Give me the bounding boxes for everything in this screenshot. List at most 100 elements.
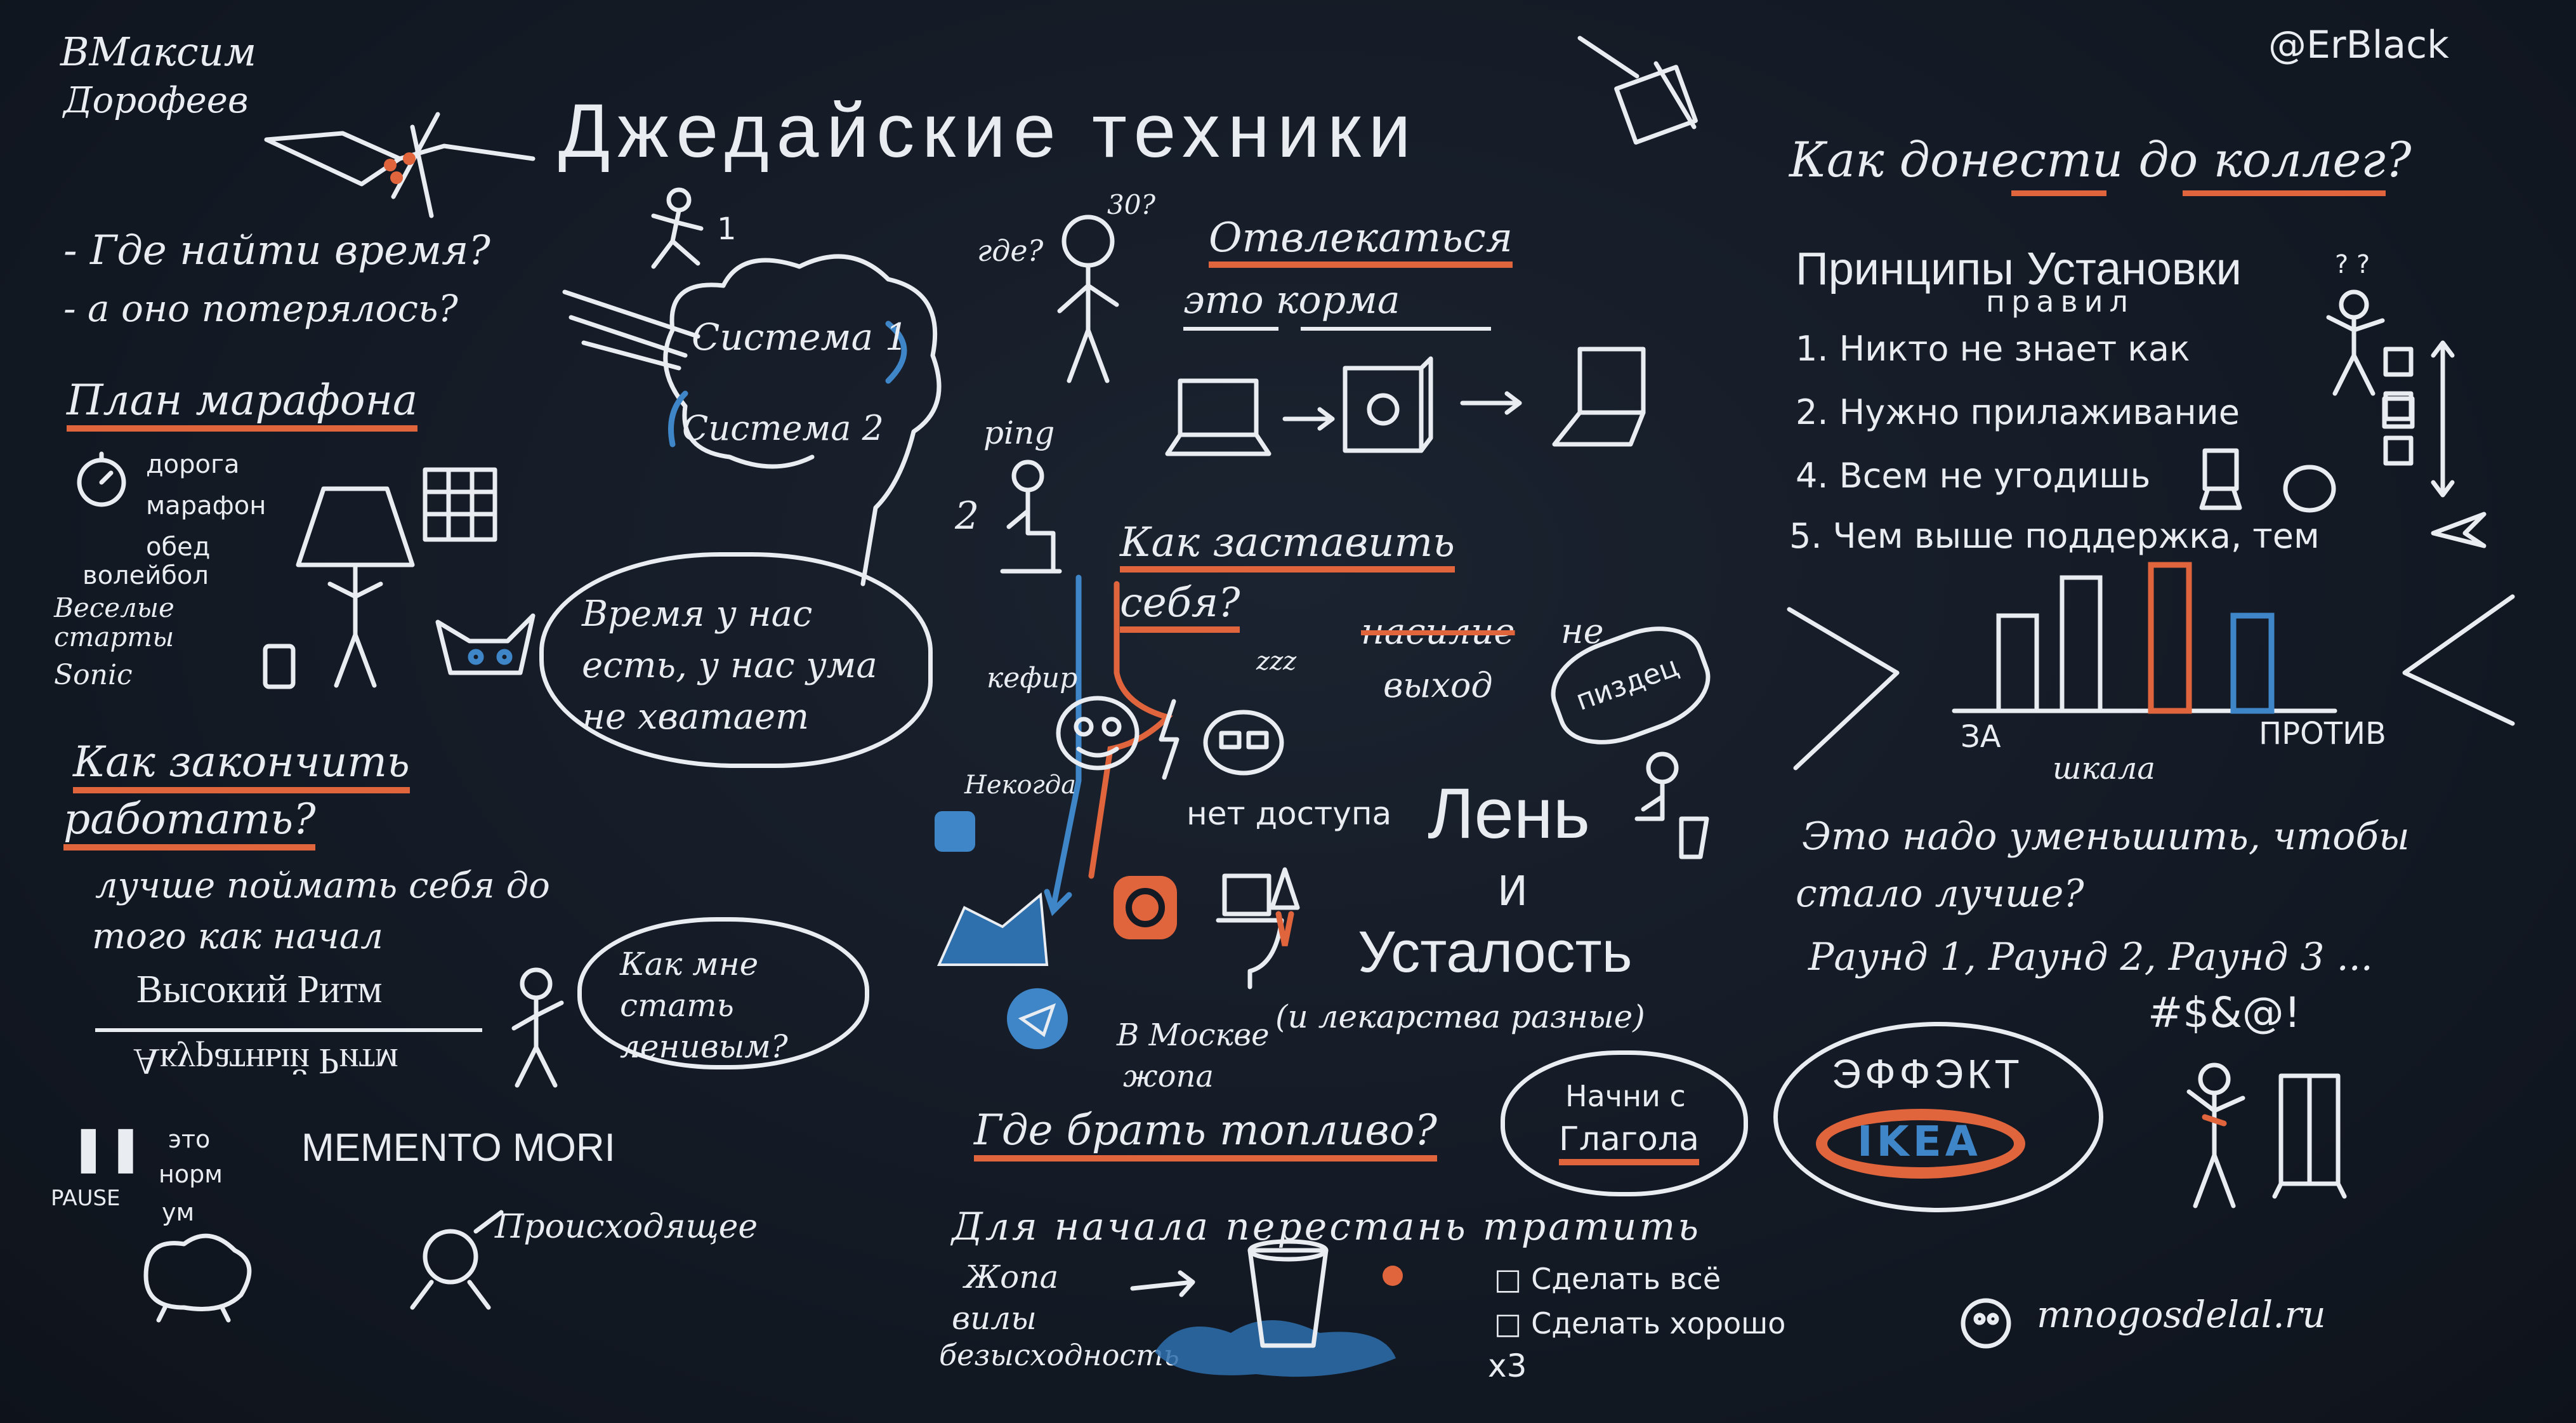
principle-item: 1. Никто не знает как bbox=[1796, 329, 2190, 369]
scale-for-label: ЗА bbox=[1961, 719, 2001, 755]
bubble-time-text: Время у нас есть, у нас ума не хватает bbox=[582, 593, 877, 738]
happening-label: Происходящее bbox=[495, 1208, 758, 1246]
rocket-icon bbox=[1270, 867, 1300, 946]
pause-icon: ❚❚ bbox=[70, 1122, 145, 1174]
sitting-person-icon bbox=[1000, 460, 1062, 574]
not-exit-2: выход bbox=[1383, 665, 1493, 705]
checkbox-do-well: □ Сделать хорошо bbox=[1494, 1306, 1786, 1340]
scale-against-label: ПРОТИВ bbox=[2259, 716, 2386, 751]
no-access-label: нет доступа bbox=[1186, 795, 1392, 832]
rounds-text: Раунд 1, Раунд 2, Раунд 3 ... bbox=[1808, 935, 2373, 979]
underline-korma bbox=[1301, 327, 1491, 331]
scale-bar-1 bbox=[1996, 613, 2039, 713]
question-where-time: - Где найти время? bbox=[63, 227, 490, 274]
finish-work-text-1: лучше поймать себя до bbox=[95, 865, 550, 906]
rhythm-mirrored: Акуратный Ритм bbox=[133, 1040, 398, 1082]
stopwatch-icon bbox=[77, 451, 126, 507]
norm-line-3: ум bbox=[162, 1198, 195, 1226]
sleeping-face-icon bbox=[1203, 710, 1284, 776]
person-with-lamp-icon bbox=[296, 486, 415, 688]
satellite-icon bbox=[264, 112, 536, 218]
verb-line-2: Глагола bbox=[1559, 1121, 1700, 1166]
phone-icon bbox=[263, 644, 296, 689]
norm-line-2: норм bbox=[159, 1160, 223, 1188]
marathon-item: дорога bbox=[146, 450, 240, 479]
moscow-line-2: жопа bbox=[1123, 1059, 1214, 1094]
arrow-right-icon bbox=[1282, 407, 1335, 431]
safe-icon bbox=[1343, 356, 1433, 453]
laptop-open-icon bbox=[1552, 347, 1646, 447]
speech-bubble-verb: Начни с Глагола bbox=[1501, 1050, 1748, 1196]
pause-label: PAUSE bbox=[51, 1186, 121, 1211]
marathon-title: План марафона bbox=[67, 377, 418, 432]
scale-label: шкала bbox=[2053, 751, 2155, 786]
author-name: ВМаксим bbox=[60, 29, 257, 75]
ikea-text: IKEA bbox=[1857, 1117, 1981, 1166]
wardrobe-icon bbox=[2272, 1073, 2347, 1199]
effect-word: ЭФФЭКТ bbox=[1832, 1051, 2023, 1097]
marathon-item: волейбол bbox=[82, 561, 209, 590]
ikea-logo: IKEA bbox=[1816, 1109, 2025, 1179]
check-do-all-text: Сделать всё bbox=[1531, 1262, 1721, 1296]
medicines-note: (и лекарства разные) bbox=[1275, 998, 1645, 1035]
marathon-item: марафон bbox=[146, 491, 266, 520]
author-surname: Дорофеев bbox=[63, 80, 249, 121]
bird-icon bbox=[2283, 465, 2336, 513]
zzz-label: zzz bbox=[1256, 647, 1297, 676]
instagram-icon bbox=[1114, 876, 1177, 939]
norm-line-1: это bbox=[168, 1125, 211, 1153]
thinking-person-icon bbox=[1057, 215, 1119, 383]
laptop-icon bbox=[1165, 378, 1272, 456]
scale-bar-3 bbox=[2148, 562, 2192, 714]
brain-icon bbox=[143, 1233, 252, 1323]
times-three: x3 bbox=[1488, 1347, 1527, 1384]
ping-label: ping bbox=[983, 414, 1055, 451]
finish-work-title-2: работать? bbox=[63, 796, 316, 850]
reduce-text-1: Это надо уменьшить, чтобы bbox=[1802, 814, 2410, 859]
swearing-symbols: #$&@! bbox=[2148, 988, 2301, 1037]
waste-item: Жопа bbox=[964, 1259, 1059, 1295]
violence-word: насилие bbox=[1361, 611, 1515, 652]
system-1-label: Система 1 bbox=[692, 315, 909, 359]
marathon-item: обед bbox=[146, 533, 211, 562]
fuel-question: Где брать топливо? bbox=[974, 1107, 1437, 1162]
distraction-subtitle: это корма bbox=[1183, 278, 1400, 322]
airplane-icon bbox=[2431, 512, 2487, 548]
speech-bubble-ikea: ЭФФЭКТ IKEA bbox=[1773, 1022, 2103, 1212]
bubble-lazy-text: Как мне стать ленивым? bbox=[620, 946, 788, 1065]
question-marks: ? ? bbox=[2335, 250, 2370, 279]
box-pair-icon bbox=[2382, 396, 2415, 429]
scale-bar-4 bbox=[2230, 612, 2275, 714]
mobile-app-icon bbox=[935, 811, 975, 852]
system-2-label: Система 2 bbox=[682, 408, 884, 448]
check-do-well-text: Сделать хорошо bbox=[1531, 1306, 1786, 1340]
chalkboard-sketchnote: ВМаксим Дорофеев @ErBlack Джедайские тех… bbox=[0, 0, 2576, 1423]
scale-bar-2 bbox=[2060, 575, 2103, 713]
calendar-icon bbox=[423, 467, 497, 542]
pizdets-text: пиздец bbox=[1572, 650, 1683, 717]
marathon-item: Sonic bbox=[54, 659, 133, 691]
figure-running-icon bbox=[410, 1210, 504, 1310]
angry-person-icon bbox=[2186, 1062, 2245, 1208]
underline-eto bbox=[1183, 327, 1278, 331]
monkey-icon bbox=[1056, 696, 1140, 771]
stick-figure-icon bbox=[511, 967, 564, 1088]
speech-bubble-lazy: Как мне стать ленивым? bbox=[577, 917, 869, 1069]
lightning-icon bbox=[1159, 699, 1180, 780]
moscow-line-1: В Москве bbox=[1117, 1017, 1270, 1053]
question-lost: - а оно потерялось? bbox=[63, 287, 458, 330]
reduce-text-2: стало лучше? bbox=[1796, 871, 2084, 916]
arrow-right-icon bbox=[1460, 391, 1522, 415]
force-self-title: Как заставить bbox=[1120, 520, 1455, 573]
high-rhythm: Высокий Ритм bbox=[136, 968, 383, 1011]
person-on-toilet-icon bbox=[1634, 751, 1709, 859]
satellite-small-icon bbox=[1577, 36, 1698, 145]
where-label: где? bbox=[977, 234, 1044, 268]
website-link[interactable]: mnogosdelal.ru bbox=[2037, 1294, 2326, 1335]
twitter-handle: @ErBlack bbox=[2268, 23, 2449, 67]
distraction-title: Отвлекаться bbox=[1209, 216, 1513, 268]
fatigue-word: Усталость bbox=[1358, 920, 1633, 984]
finish-work-text-2: того как начал bbox=[92, 916, 383, 957]
principle-item: 4. Всем не угодишь bbox=[1796, 456, 2151, 496]
principle-item: 2. Нужно прилаживание bbox=[1796, 392, 2240, 432]
